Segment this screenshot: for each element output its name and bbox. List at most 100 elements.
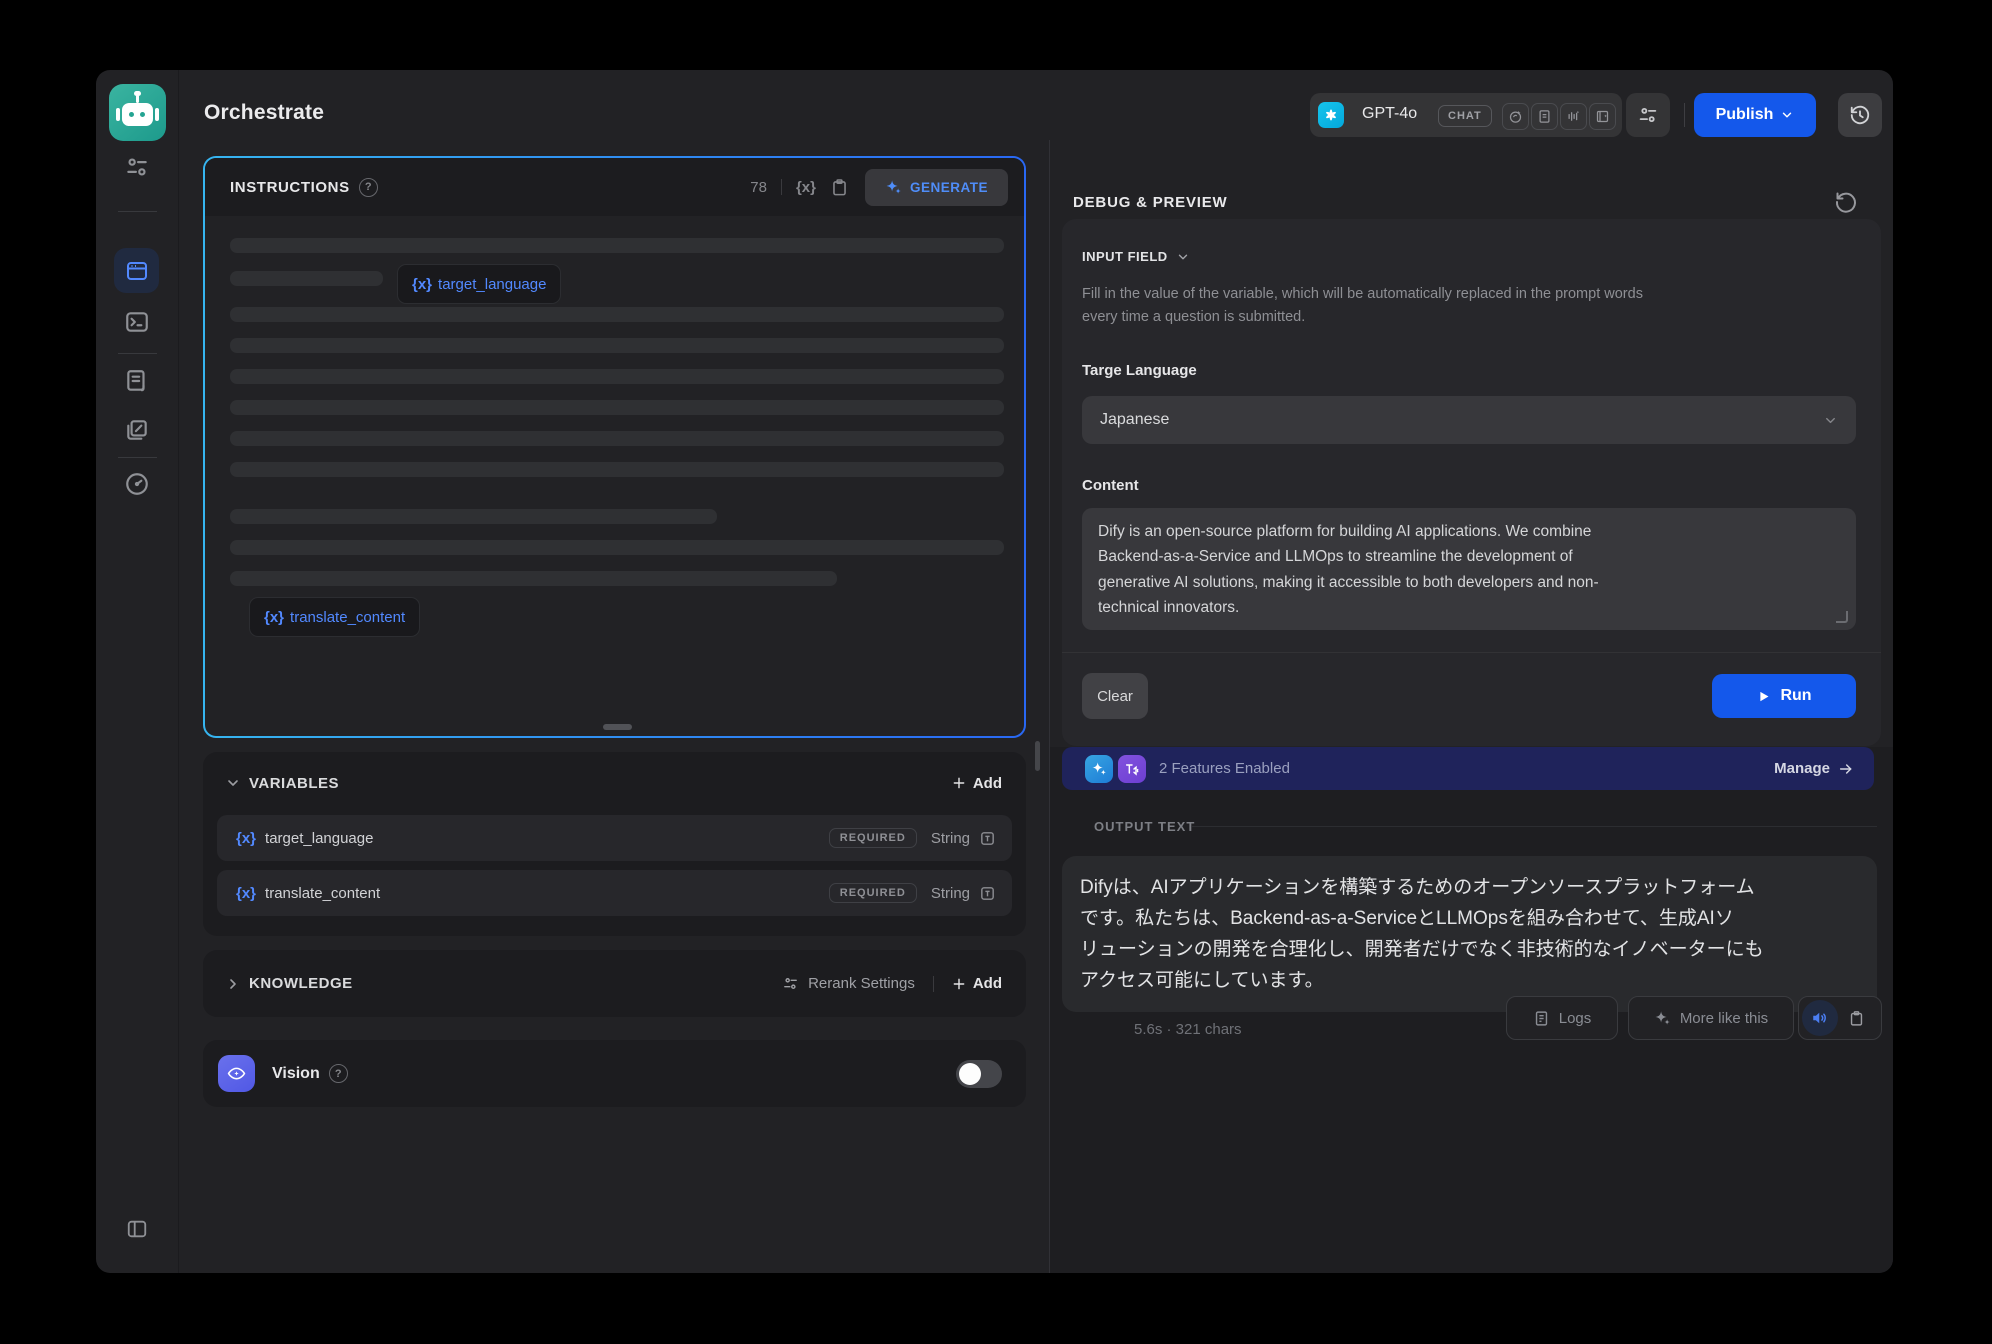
skeleton-line	[230, 238, 1004, 253]
run-button[interactable]: Run	[1712, 674, 1856, 718]
char-count: 78	[750, 179, 767, 196]
chevron-right-icon[interactable]	[225, 976, 241, 992]
features-enabled-text: 2 Features Enabled	[1159, 760, 1290, 777]
required-badge: REQUIRED	[829, 828, 917, 848]
audio-capability-icon	[1560, 103, 1587, 130]
string-type-icon	[979, 885, 996, 902]
output-divider	[1192, 826, 1877, 827]
skeleton-line	[230, 271, 383, 286]
manage-features-button[interactable]: Manage	[1774, 760, 1854, 777]
sidebar-divider	[118, 457, 157, 458]
instructions-panel: INSTRUCTIONS ? 78 {x} GENERATE {x}target…	[203, 156, 1026, 738]
page-title: Orchestrate	[204, 101, 324, 125]
skeleton-line	[230, 431, 1004, 446]
output-line: です。私たちは、Backend-as-a-ServiceとLLMOpsを組み合わ…	[1080, 903, 1859, 934]
skeleton-line	[230, 338, 1004, 353]
chevron-down-icon[interactable]	[225, 775, 241, 791]
knowledge-section: KNOWLEDGE Rerank Settings Add	[203, 950, 1026, 1017]
textarea-resize-handle[interactable]	[1836, 611, 1848, 623]
skeleton-line	[230, 369, 1004, 384]
header-divider	[1684, 103, 1685, 127]
required-badge: REQUIRED	[829, 883, 917, 903]
app-avatar-robot-icon[interactable]	[109, 84, 166, 141]
skeleton-line	[230, 400, 1004, 415]
vision-label: Vision	[272, 1065, 320, 1083]
model-name: GPT-4o	[1362, 105, 1417, 123]
rerank-settings-button[interactable]: Rerank Settings	[782, 975, 915, 992]
copy-output-icon[interactable]	[1848, 1010, 1865, 1027]
app-window: Orchestrate GPT-4o CHAT Publish INSTRUCT…	[96, 70, 1893, 1273]
collapse-sidebar-icon[interactable]	[126, 1218, 148, 1240]
variable-chip-translate-content[interactable]: {x}translate_content	[249, 597, 420, 637]
clear-button[interactable]: Clear	[1082, 673, 1148, 719]
left-panel-scrollbar-thumb[interactable]	[1035, 741, 1040, 771]
insert-variable-icon[interactable]: {x}	[796, 179, 816, 196]
skeleton-line	[230, 509, 717, 524]
generation-feature-icon	[1085, 755, 1113, 783]
output-line: Difyは、AIアプリケーションを構築するためのオープンソースプラットフォーム	[1080, 872, 1859, 903]
add-knowledge-button[interactable]: Add	[952, 975, 1002, 992]
output-text-label: OUTPUT TEXT	[1094, 819, 1195, 834]
logs-button[interactable]: Logs	[1506, 996, 1618, 1040]
skeleton-line	[230, 571, 837, 586]
sidebar	[96, 70, 179, 1273]
sidebar-item-logs[interactable]	[124, 368, 150, 394]
add-variable-button[interactable]: Add	[952, 775, 1002, 792]
model-mode-badge: CHAT	[1438, 105, 1492, 127]
input-field-desc-line2: every time a question is submitted.	[1082, 309, 1305, 325]
vision-help-icon[interactable]: ?	[329, 1064, 348, 1083]
model-selector[interactable]: GPT-4o CHAT	[1310, 93, 1622, 137]
panel-divider[interactable]	[1049, 140, 1050, 1273]
vision-section: Vision ?	[203, 1040, 1026, 1107]
resize-handle[interactable]	[603, 724, 632, 730]
openai-logo-icon	[1318, 102, 1344, 128]
notebook-capability-icon	[1589, 103, 1616, 130]
help-icon[interactable]: ?	[359, 178, 378, 197]
copy-icon[interactable]	[830, 178, 849, 197]
input-field-desc-line1: Fill in the value of the variable, which…	[1082, 286, 1643, 302]
sidebar-divider	[118, 353, 157, 354]
variable-chip-target-language[interactable]: {x}target_language	[397, 264, 561, 304]
sidebar-item-orchestrate[interactable]	[114, 248, 159, 293]
tts-feature-icon	[1118, 755, 1146, 783]
skeleton-line	[230, 462, 1004, 477]
instructions-title: INSTRUCTIONS	[230, 179, 350, 196]
document-capability-icon	[1531, 103, 1558, 130]
settings-sliders-icon[interactable]	[124, 154, 150, 180]
sidebar-item-annotation[interactable]	[124, 417, 150, 443]
output-meta: 5.6s · 321 chars	[1134, 1021, 1242, 1038]
target-language-label: Targe Language	[1082, 362, 1197, 379]
model-params-button[interactable]	[1626, 93, 1670, 137]
input-field-card: INPUT FIELD Fill in the value of the var…	[1062, 219, 1881, 746]
generate-button[interactable]: GENERATE	[865, 169, 1008, 206]
restart-icon[interactable]	[1834, 190, 1858, 214]
features-bar[interactable]: 2 Features Enabled Manage	[1062, 747, 1874, 790]
vision-capability-icon	[1502, 103, 1529, 130]
output-line: リューションの開発を合理化し、開発者だけでなく非技術的なイノベーターにも	[1080, 934, 1859, 965]
sidebar-item-monitoring[interactable]	[124, 471, 150, 497]
more-like-this-button[interactable]: More like this	[1628, 996, 1794, 1040]
input-field-title[interactable]: INPUT FIELD	[1082, 249, 1190, 264]
debug-preview-title: DEBUG & PREVIEW	[1073, 194, 1228, 211]
variable-row-target-language[interactable]: {x} target_language REQUIRED String	[217, 815, 1012, 861]
vision-icon	[218, 1055, 255, 1092]
vision-toggle[interactable]	[956, 1060, 1002, 1088]
variable-row-translate-content[interactable]: {x} translate_content REQUIRED String	[217, 870, 1012, 916]
knowledge-title: KNOWLEDGE	[249, 975, 353, 992]
content-textarea[interactable]: Dify is an open-source platform for buil…	[1082, 508, 1856, 630]
sidebar-item-terminal[interactable]	[124, 309, 150, 335]
language-select[interactable]: Japanese	[1082, 396, 1856, 444]
audio-actions	[1798, 996, 1882, 1040]
sidebar-divider	[118, 211, 157, 212]
speaker-button[interactable]	[1802, 1000, 1838, 1036]
chevron-down-icon	[1823, 413, 1838, 428]
history-button[interactable]	[1838, 93, 1882, 137]
variables-title: VARIABLES	[249, 775, 339, 792]
publish-button[interactable]: Publish	[1694, 93, 1816, 137]
instructions-header: INSTRUCTIONS ? 78 {x} GENERATE	[205, 158, 1024, 216]
content-label: Content	[1082, 477, 1139, 494]
output-line: アクセス可能にしています。	[1080, 965, 1859, 996]
output-card: Difyは、AIアプリケーションを構築するためのオープンソースプラットフォーム …	[1062, 856, 1877, 1012]
string-type-icon	[979, 830, 996, 847]
skeleton-line	[230, 540, 1004, 555]
